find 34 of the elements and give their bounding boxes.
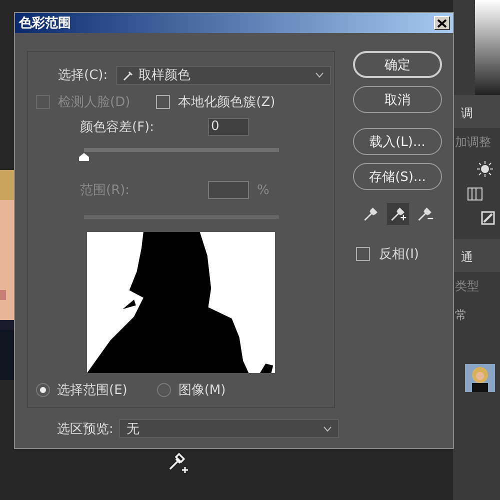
dialog-button[interactable]: 存储(S)...: [353, 163, 442, 190]
preview-label: 选区预览:: [57, 420, 114, 438]
radio-option[interactable]: 选择范围(E): [36, 381, 128, 399]
eyedropper-icon: [362, 205, 380, 223]
chevron-down-icon: [323, 426, 332, 432]
select-label: 选择(C):: [58, 67, 108, 84]
dialog-button[interactable]: 确定: [353, 51, 442, 78]
checkbox-label: 本地化颜色簇(Z): [178, 94, 276, 111]
checkbox[interactable]: [356, 247, 370, 261]
panel-tab[interactable]: 通: [453, 239, 500, 272]
preview-dropdown[interactable]: 无: [119, 419, 340, 438]
fuzziness-field[interactable]: 0: [208, 118, 249, 136]
select-dropdown[interactable]: 取样颜色: [116, 66, 331, 84]
close-button[interactable]: [434, 16, 450, 30]
eyedropper-icon: [122, 69, 135, 81]
eyedropper-icon: [416, 205, 434, 223]
window-title: 色彩范围: [19, 15, 71, 32]
panel-caption: 加调整: [454, 134, 492, 151]
checkbox-label: 反相(I): [379, 246, 419, 263]
eyedropper-cursor-icon: [168, 452, 190, 476]
chevron-down-icon: [314, 72, 324, 78]
image-icon: [481, 211, 495, 225]
dialog-button[interactable]: 取消: [353, 86, 442, 113]
eyedropper-icon: [388, 205, 406, 223]
percent-sign: %: [257, 182, 270, 198]
slider-thumb[interactable]: [78, 152, 90, 162]
eyedropper-button[interactable]: [386, 203, 408, 225]
radio-option[interactable]: 图像(M): [157, 381, 226, 399]
checkbox[interactable]: [156, 95, 170, 109]
dialog-button[interactable]: 载入(L)...: [353, 128, 442, 155]
blend-mode-field[interactable]: 常: [453, 301, 500, 330]
panel-tab[interactable]: 调: [453, 95, 500, 128]
fuzziness-label: 颜色容差(F):: [80, 119, 156, 136]
sun-icon: [477, 161, 493, 177]
